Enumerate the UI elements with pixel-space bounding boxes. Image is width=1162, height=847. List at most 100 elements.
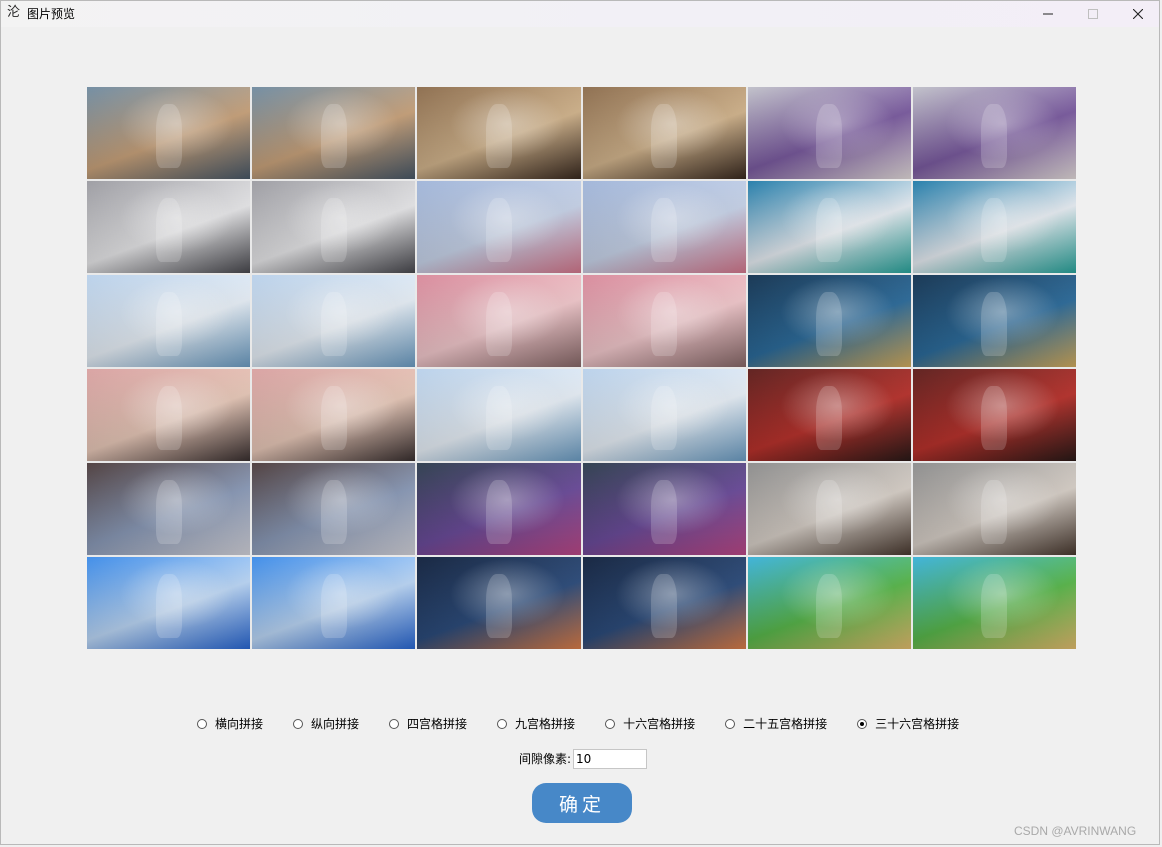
preview-tile — [582, 275, 746, 367]
minimize-button[interactable] — [1025, 1, 1071, 27]
tile-subject-figure — [816, 197, 843, 262]
tile-subject-figure — [651, 291, 678, 356]
stitch-option[interactable]: 二十五宫格拼接 — [725, 716, 827, 732]
preview-tile — [417, 87, 581, 179]
radio-button[interactable] — [197, 719, 207, 729]
preview-tile — [417, 369, 581, 461]
tile-subject-figure — [155, 291, 182, 356]
preview-tile — [582, 87, 746, 179]
preview-tile — [87, 181, 251, 273]
stitch-option[interactable]: 三十六宫格拼接 — [857, 716, 959, 732]
preview-tile — [87, 557, 251, 649]
tile-subject-figure — [816, 103, 843, 168]
tile-subject-figure — [320, 291, 347, 356]
preview-tile — [252, 369, 416, 461]
tile-subject-figure — [651, 103, 678, 168]
preview-tile — [417, 181, 581, 273]
stitch-option-label: 横向拼接 — [215, 717, 264, 731]
radio-button[interactable] — [605, 719, 616, 729]
tile-subject-figure — [981, 197, 1008, 262]
preview-tile — [912, 369, 1076, 461]
tile-subject-figure — [485, 573, 512, 638]
tile-subject-figure — [485, 479, 512, 544]
radio-button[interactable] — [857, 719, 868, 729]
stitch-option[interactable]: 纵向拼接 — [293, 716, 359, 732]
title-bar[interactable]: 沦 图片预览 — [1, 1, 1159, 27]
preview-tile — [252, 463, 416, 555]
preview-tile — [747, 275, 911, 367]
radio-button[interactable] — [725, 719, 736, 729]
tile-subject-figure — [485, 197, 512, 262]
preview-tile — [582, 557, 746, 649]
radio-button[interactable] — [293, 719, 304, 729]
close-icon — [1133, 9, 1143, 19]
radio-button[interactable] — [497, 719, 508, 729]
preview-tile — [582, 463, 746, 555]
stitch-option-label: 二十五宫格拼接 — [743, 717, 828, 731]
stitch-option[interactable]: 四宫格拼接 — [389, 716, 467, 732]
preview-tile — [747, 369, 911, 461]
preview-tile — [252, 557, 416, 649]
tile-subject-figure — [981, 291, 1008, 356]
tile-subject-figure — [320, 479, 347, 544]
stitch-option[interactable]: 九宫格拼接 — [497, 716, 575, 732]
tile-subject-figure — [320, 103, 347, 168]
preview-tile — [912, 275, 1076, 367]
tile-subject-figure — [816, 385, 843, 450]
confirm-button[interactable]: 确定 — [532, 783, 632, 823]
app-window: 沦 图片预览 横向拼接 纵向拼接 四宫格拼接 九宫格拼接 十六宫格拼接 二十五宫格拼接 三十… — [0, 0, 1160, 845]
tile-subject-figure — [981, 103, 1008, 168]
tile-subject-figure — [485, 291, 512, 356]
tile-subject-figure — [155, 103, 182, 168]
preview-tile — [747, 557, 911, 649]
tile-subject-figure — [981, 385, 1008, 450]
gap-row: 间隙像素: — [519, 749, 648, 769]
maximize-icon — [1088, 9, 1098, 19]
preview-tile — [747, 181, 911, 273]
tile-subject-figure — [651, 479, 678, 544]
tile-subject-figure — [981, 573, 1008, 638]
maximize-button[interactable] — [1070, 1, 1116, 27]
tile-subject-figure — [651, 197, 678, 262]
window-title: 图片预览 — [27, 7, 76, 21]
preview-tile — [912, 181, 1076, 273]
gap-pixels-input[interactable] — [573, 749, 648, 769]
stitch-option-label: 三十六宫格拼接 — [875, 717, 960, 731]
preview-tile — [252, 87, 416, 179]
stitch-option-label: 十六宫格拼接 — [623, 717, 696, 731]
image-preview-grid — [87, 87, 1076, 649]
app-icon: 沦 — [7, 5, 21, 20]
preview-tile — [87, 275, 251, 367]
radio-button[interactable] — [389, 719, 400, 729]
preview-tile — [582, 181, 746, 273]
preview-tile — [87, 463, 251, 555]
preview-tile — [252, 275, 416, 367]
tile-subject-figure — [651, 573, 678, 638]
stitch-option[interactable]: 十六宫格拼接 — [605, 716, 695, 732]
tile-subject-figure — [155, 479, 182, 544]
tile-subject-figure — [651, 385, 678, 450]
preview-tile — [582, 369, 746, 461]
preview-tile — [87, 369, 251, 461]
watermark: CSDN @AVRINWANG — [1014, 824, 1137, 838]
stitch-mode-options: 横向拼接 纵向拼接 四宫格拼接 九宫格拼接 十六宫格拼接 二十五宫格拼接 三十六宫格拼接 — [197, 715, 959, 733]
tile-subject-figure — [816, 479, 843, 544]
preview-tile — [912, 87, 1076, 179]
stitch-option-label: 纵向拼接 — [311, 717, 360, 731]
preview-tile — [417, 557, 581, 649]
tile-subject-figure — [816, 291, 843, 356]
minimize-icon — [1043, 13, 1053, 15]
stitch-option[interactable]: 横向拼接 — [197, 716, 263, 732]
tile-subject-figure — [320, 385, 347, 450]
tile-subject-figure — [485, 103, 512, 168]
tile-subject-figure — [155, 573, 182, 638]
tile-subject-figure — [155, 197, 182, 262]
stitch-option-label: 九宫格拼接 — [515, 717, 576, 731]
preview-tile — [417, 463, 581, 555]
tile-subject-figure — [981, 479, 1008, 544]
preview-tile — [912, 463, 1076, 555]
preview-tile — [747, 87, 911, 179]
close-button[interactable] — [1115, 1, 1161, 27]
stitch-option-label: 四宫格拼接 — [407, 717, 468, 731]
tile-subject-figure — [816, 573, 843, 638]
